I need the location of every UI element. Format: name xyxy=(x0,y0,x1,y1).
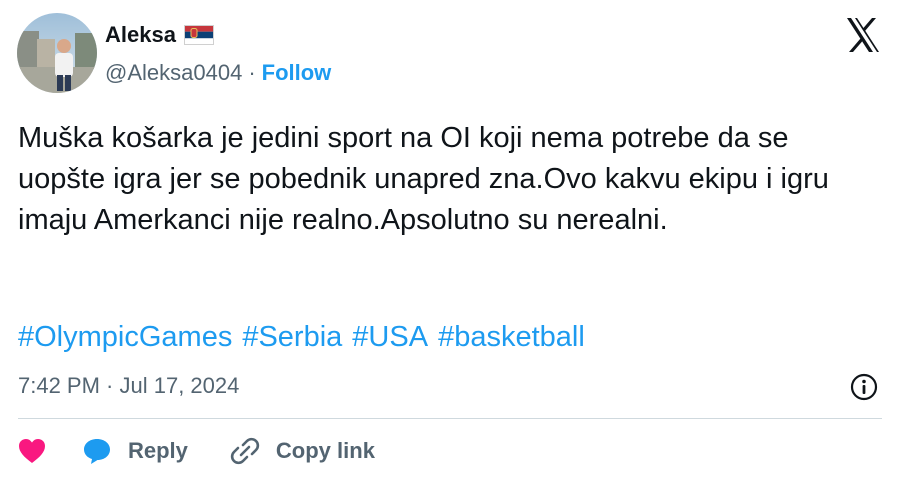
divider xyxy=(18,418,882,419)
separator-dot: · xyxy=(248,60,256,85)
copy-link-button[interactable]: Copy link xyxy=(230,436,375,466)
like-button[interactable] xyxy=(18,438,46,464)
hashtag-link[interactable]: #OlympicGames xyxy=(18,317,232,358)
x-logo-icon[interactable] xyxy=(843,15,883,55)
action-bar: Reply Copy link xyxy=(18,436,375,466)
copy-link-label: Copy link xyxy=(275,438,375,463)
author-name[interactable]: Aleksa xyxy=(105,22,176,48)
hashtag-link[interactable]: #Serbia xyxy=(242,317,342,358)
reply-button[interactable]: Reply xyxy=(82,437,188,465)
hashtag-link[interactable]: #USA xyxy=(352,317,428,358)
follow-button[interactable]: Follow xyxy=(262,60,332,86)
link-icon xyxy=(230,437,260,465)
tweet-card: Aleksa @Aleksa0404 · Follow Muška košark… xyxy=(0,0,900,481)
author-handle[interactable]: @Aleksa0404 xyxy=(105,60,242,86)
author-name-row: Aleksa xyxy=(105,22,214,48)
tweet-timestamp[interactable]: 7:42 PM · Jul 17, 2024 xyxy=(18,373,239,399)
tweet-text: Muška košarka je jedini sport na OI koji… xyxy=(18,122,829,236)
hashtag-list: #OlympicGames #Serbia #USA #basketball xyxy=(18,317,585,358)
serbia-flag-icon xyxy=(183,25,214,45)
reply-label: Reply xyxy=(128,438,188,463)
info-icon[interactable] xyxy=(849,372,879,402)
handle-row: @Aleksa0404 · Follow xyxy=(105,60,331,86)
heart-icon xyxy=(19,439,45,463)
speech-bubble-icon xyxy=(84,439,110,464)
hashtag-link[interactable]: #basketball xyxy=(438,317,585,358)
avatar[interactable] xyxy=(17,13,97,93)
